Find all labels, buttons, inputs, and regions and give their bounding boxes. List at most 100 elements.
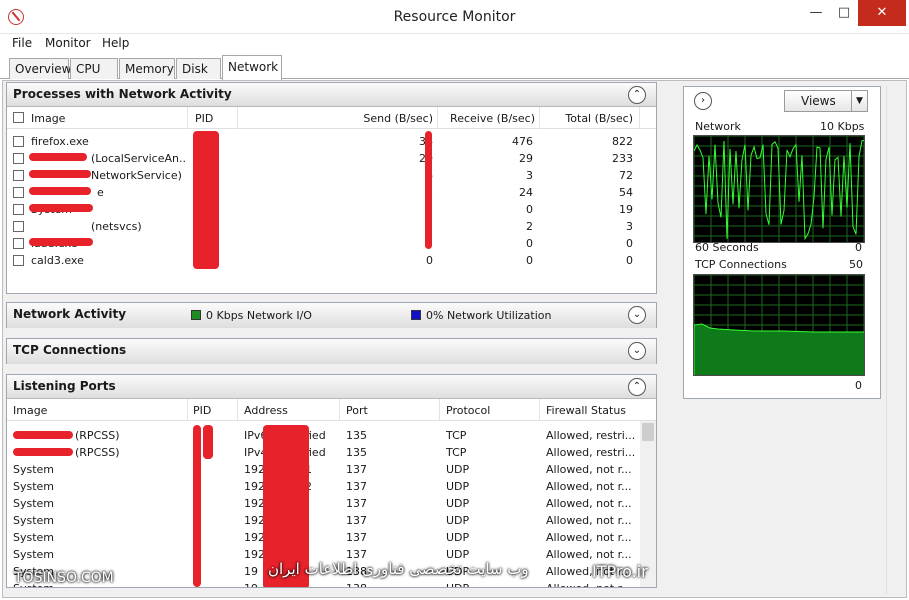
row-checkbox[interactable] — [13, 136, 24, 147]
cell-total: 3 — [626, 220, 633, 233]
redaction-image — [29, 238, 93, 246]
cell-firewall: Allowed, not r... — [546, 548, 632, 561]
menu-help[interactable]: Help — [102, 36, 129, 50]
select-all-checkbox[interactable] — [13, 112, 24, 123]
collapse-up-icon[interactable]: ⌃ — [628, 86, 646, 104]
table-row[interactable]: System1019 — [7, 201, 656, 218]
table-row[interactable]: System 192 137 UDP Allowed, not r... — [7, 512, 656, 529]
listening-header[interactable]: Listening Ports ⌃ — [7, 375, 656, 399]
col-address[interactable]: Address — [244, 404, 288, 417]
cell-port: 137 — [346, 514, 367, 527]
table-row[interactable]: (netsvcs) 2 3 — [7, 218, 656, 235]
cell-protocol: UDP — [446, 497, 470, 510]
network-graph-max: 10 Kbps — [820, 120, 865, 133]
tab-disk[interactable]: Disk — [176, 58, 221, 79]
redaction-pid — [193, 131, 219, 269]
redaction-pid — [193, 425, 201, 587]
table-row[interactable]: cald3.exe 0 0 0 — [7, 252, 656, 269]
redaction-image — [29, 153, 87, 161]
views-label: Views — [801, 94, 836, 108]
table-row[interactable]: (RPCSS) IPv4 fied 135 TCP Allowed, restri... — [7, 444, 656, 461]
cell-total: 72 — [619, 169, 633, 182]
row-checkbox[interactable] — [13, 170, 24, 181]
col-receive[interactable]: Receive (B/sec) — [437, 112, 535, 125]
collapse-panel-icon[interactable]: › — [694, 92, 712, 110]
tcp-header[interactable]: TCP Connections ⌄ — [7, 339, 656, 364]
cell-port: 137 — [346, 531, 367, 544]
cell-protocol: UDP — [446, 514, 470, 527]
tcp-graph-min: 0 — [855, 379, 862, 392]
cell-receive: 29 — [519, 152, 533, 165]
cell-port: 138 — [346, 582, 406, 587]
processes-header[interactable]: Processes with Network Activity ⌃ — [7, 83, 656, 107]
table-row[interactable]: (LocalServiceAn... 20 29 233 — [7, 150, 656, 167]
menu-monitor[interactable]: Monitor — [45, 36, 91, 50]
table-row[interactable]: NetworkService) 6 3 72 — [7, 167, 656, 184]
redaction-image — [29, 187, 91, 195]
table-row[interactable]: System 192 137 UDP Allowed, not r... — [7, 495, 656, 512]
col-port[interactable]: Port — [346, 404, 368, 417]
tcp-graph-label: TCP Connections — [695, 258, 787, 271]
tcp-section: TCP Connections ⌄ — [6, 338, 657, 364]
views-dropdown[interactable]: Views ▼ — [784, 90, 868, 112]
expand-down-icon[interactable]: ⌄ — [628, 342, 646, 360]
row-checkbox[interactable] — [13, 255, 24, 266]
col-image[interactable]: Image — [31, 112, 65, 125]
row-checkbox[interactable] — [13, 221, 24, 232]
table-row[interactable]: firefox.exe 34 476 822 — [7, 133, 656, 150]
tab-overview[interactable]: Overview — [9, 58, 72, 79]
col-pid[interactable]: PID — [193, 404, 211, 417]
window-title: Resource Monitor — [393, 9, 516, 25]
cell-image: System — [13, 548, 55, 561]
watermark-persian: وب سایت تخصصی فناوری اطلاعات ایران — [268, 560, 529, 578]
cell-address-tail: 1 — [305, 463, 337, 476]
maximize-button[interactable]: □ — [830, 0, 858, 26]
expand-down-icon[interactable]: ⌄ — [628, 306, 646, 324]
processes-section: Processes with Network Activity ⌃ Image … — [6, 82, 657, 294]
collapse-up-icon[interactable]: ⌃ — [628, 378, 646, 396]
cell-total: 233 — [612, 152, 633, 165]
table-row[interactable]: laad.exe00 — [7, 235, 656, 252]
row-checkbox[interactable] — [13, 238, 24, 249]
table-row[interactable]: System1921137UDPAllowed, not r... — [7, 461, 656, 478]
cell-image: e — [97, 186, 104, 199]
row-checkbox[interactable] — [13, 153, 24, 164]
tab-memory[interactable]: Memory — [119, 58, 175, 79]
cell-firewall: Allowed, not r... — [546, 582, 636, 587]
table-row[interactable]: (RPCSS) IPv6 fied 135 TCP Allowed, restri... — [7, 427, 656, 444]
col-protocol[interactable]: Protocol — [446, 404, 490, 417]
table-row[interactable]: System 192 137 UDP Allowed, not r... — [7, 529, 656, 546]
close-button[interactable]: ✕ — [858, 0, 906, 26]
window-scrollbar[interactable] — [886, 86, 902, 594]
tab-strip: Overview CPU Memory Disk Network — [0, 55, 909, 80]
col-pid[interactable]: PID — [195, 112, 213, 125]
listening-title: Listening Ports — [13, 379, 116, 393]
scrollbar-thumb[interactable] — [642, 423, 654, 441]
title-bar: Resource Monitor — □ ✕ — [0, 0, 909, 34]
network-graph — [693, 135, 865, 243]
tab-network[interactable]: Network — [222, 55, 282, 80]
table-row[interactable]: e 3 24 54 — [7, 184, 656, 201]
table-row[interactable]: System1922137UDPAllowed, not r... — [7, 478, 656, 495]
network-util-swatch — [411, 310, 421, 320]
processes-title: Processes with Network Activity — [13, 87, 232, 101]
network-activity-header[interactable]: Network Activity 0 Kbps Network I/O 0% N… — [7, 303, 656, 328]
row-checkbox[interactable] — [13, 204, 24, 215]
col-send[interactable]: Send (B/sec) — [307, 112, 433, 125]
tab-cpu[interactable]: CPU — [70, 58, 118, 79]
listening-ports-section: Listening Ports ⌃ Image PID Address Port… — [6, 374, 657, 588]
cell-receive: 24 — [519, 186, 533, 199]
menu-file[interactable]: File — [12, 36, 32, 50]
network-activity-section: Network Activity 0 Kbps Network I/O 0% N… — [6, 302, 657, 328]
minimize-button[interactable]: — — [802, 0, 830, 26]
cell-firewall: Allowed, not r... — [546, 463, 632, 476]
cell-port: 135 — [346, 446, 367, 459]
cell-send: 0 — [426, 254, 433, 267]
col-total[interactable]: Total (B/sec) — [543, 112, 633, 125]
col-firewall-status[interactable]: Firewall Status — [546, 404, 626, 417]
row-checkbox[interactable] — [13, 187, 24, 198]
watermark-right: ITPro.ir — [592, 562, 648, 581]
cell-send: 1 — [347, 203, 433, 216]
col-image[interactable]: Image — [13, 404, 47, 417]
network-io-legend: 0 Kbps Network I/O — [191, 309, 312, 322]
